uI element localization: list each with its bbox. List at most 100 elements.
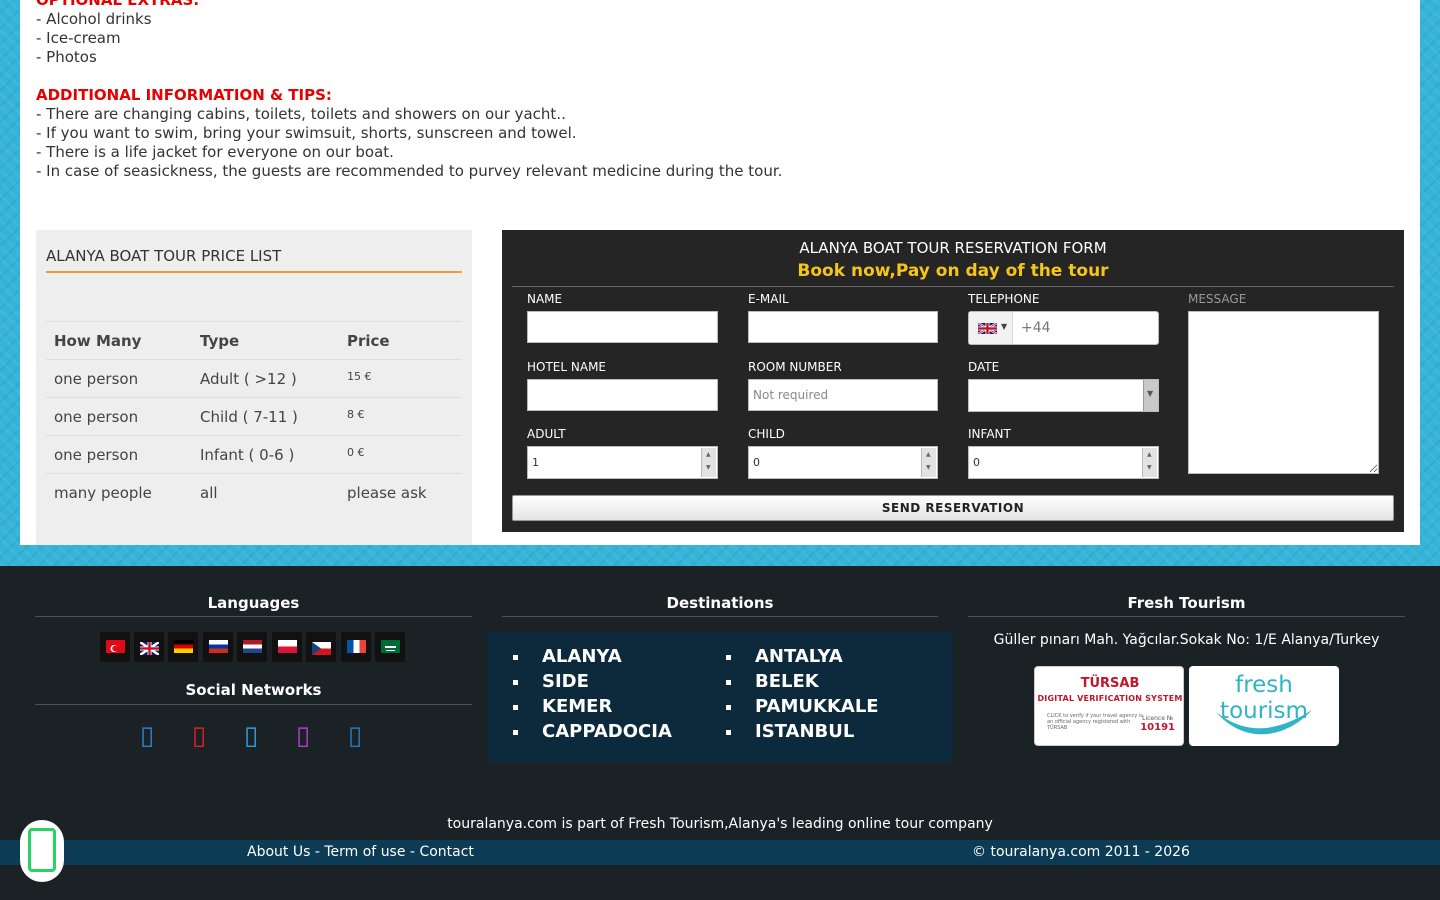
tursab-licence: Licence № 10191: [1140, 715, 1175, 733]
cell-type: Child ( 7-11 ): [192, 397, 339, 436]
chevron-down-icon: ▼: [1147, 389, 1154, 398]
language-flags: [100, 632, 410, 662]
footer-bar: [0, 840, 1440, 865]
whatsapp-button[interactable]: [20, 820, 64, 882]
date-field[interactable]: ▼: [968, 379, 1159, 412]
table-row: many people all please ask: [46, 473, 462, 512]
copyright-text: © touralanya.com 2011 - 2026: [972, 844, 1190, 860]
price-list-title: ALANYA BOAT TOUR PRICE LIST: [46, 247, 462, 273]
tursab-small-text: CLICK to verify if your travel agency is…: [1047, 713, 1143, 731]
cell-price: 15 €: [339, 359, 462, 398]
name-field[interactable]: [527, 311, 718, 343]
footer-tagline: touralanya.com is part of Fresh Tourism,…: [447, 816, 993, 832]
netherlands-flag-icon[interactable]: [237, 632, 267, 662]
about-us-link[interactable]: About Us: [247, 844, 310, 860]
company-title: Fresh Tourism: [1127, 594, 1246, 612]
child-stepper[interactable]: 0 ▲ ▼: [748, 446, 938, 479]
tip-item: - There is a life jacket for everyone on…: [36, 143, 394, 161]
destination-link[interactable]: SIDE: [513, 671, 589, 692]
destination-link[interactable]: ALANYA: [513, 646, 622, 667]
phone-code: +44: [1021, 320, 1051, 336]
languages-title: Languages: [207, 594, 300, 612]
destination-link[interactable]: ISTANBUL: [725, 721, 854, 742]
date-label: DATE: [968, 360, 1000, 374]
message-textarea[interactable]: [1188, 311, 1379, 474]
tursab-title: TÜRSAB: [1080, 676, 1140, 691]
instagram-icon[interactable]: ▯: [291, 720, 315, 752]
footer-links: About Us - Term of use - Contact: [247, 844, 474, 860]
table-row: one person Adult ( >12 ) 15 €: [46, 359, 462, 398]
spinner-buttons[interactable]: ▲ ▼: [701, 448, 716, 477]
down-arrow-icon[interactable]: ▼: [1147, 464, 1152, 471]
term-of-use-link[interactable]: Term of use: [324, 844, 405, 860]
adult-stepper[interactable]: 1 ▲ ▼: [527, 446, 718, 479]
cell-how-many: one person: [46, 435, 192, 474]
youtube-icon[interactable]: ▯: [187, 720, 211, 752]
destination-link[interactable]: CAPPADOCIA: [513, 721, 672, 742]
extra-item: - Alcohol drinks: [36, 10, 152, 28]
infant-label: INFANT: [968, 427, 1011, 441]
email-field[interactable]: [748, 311, 938, 343]
facebook-icon[interactable]: ▯: [135, 720, 159, 752]
infant-stepper[interactable]: 0 ▲ ▼: [968, 446, 1159, 479]
form-subtitle: Book now,Pay on day of the tour: [797, 261, 1109, 281]
licence-number: 10191: [1140, 722, 1175, 733]
date-dropdown-button[interactable]: ▼: [1143, 380, 1158, 411]
hotel-label: HOTEL NAME: [527, 360, 607, 374]
germany-flag-icon[interactable]: [168, 632, 198, 662]
russia-flag-icon[interactable]: [203, 632, 233, 662]
telephone-field[interactable]: ▼ +44: [968, 311, 1159, 345]
licence-label: Licence №: [1142, 715, 1174, 722]
extra-item: - Ice-cream: [36, 29, 121, 47]
up-arrow-icon[interactable]: ▲: [1147, 451, 1152, 458]
destination-link[interactable]: PAMUKKALE: [726, 696, 879, 717]
extra-item: - Photos: [36, 48, 97, 66]
cell-price: please ask: [339, 473, 462, 512]
down-arrow-icon[interactable]: ▼: [926, 464, 931, 471]
spinner-buttons[interactable]: ▲ ▼: [921, 448, 936, 477]
column-header-how-many: How Many: [46, 321, 192, 360]
cell-type: all: [192, 473, 339, 512]
up-arrow-icon[interactable]: ▲: [926, 451, 931, 458]
country-selector[interactable]: ▼: [969, 312, 1013, 344]
tip-item: - There are changing cabins, toilets, to…: [36, 105, 566, 123]
destinations-title: Destinations: [666, 594, 774, 612]
additional-info-heading: ADDITIONAL INFORMATION & TIPS:: [36, 86, 332, 104]
hotel-field[interactable]: [527, 379, 718, 411]
down-arrow-icon[interactable]: ▼: [706, 464, 711, 471]
room-field[interactable]: [748, 379, 938, 411]
column-header-price: Price: [339, 321, 462, 360]
czech-flag-icon[interactable]: [306, 632, 336, 662]
turkey-flag-icon[interactable]: [100, 632, 130, 662]
child-label: CHILD: [748, 427, 785, 441]
fresh-tourism-logo[interactable]: fresh tourism: [1189, 666, 1339, 746]
send-reservation-button[interactable]: SEND RESERVATION: [512, 495, 1394, 521]
column-header-type: Type: [192, 321, 339, 360]
optional-extras-heading: OPTIONAL EXTRAS:: [36, 0, 200, 9]
linkedin-icon[interactable]: ▯: [343, 720, 367, 752]
telephone-label: TELEPHONE: [968, 292, 1040, 306]
spinner-buttons[interactable]: ▲ ▼: [1142, 448, 1157, 477]
whatsapp-icon: [28, 828, 56, 872]
separator: -: [409, 844, 420, 860]
tip-item: - In case of seasickness, the guests are…: [36, 162, 783, 180]
message-label: MESSAGE: [1188, 292, 1247, 306]
form-divider: [512, 286, 1394, 287]
table-row: one person Child ( 7-11 ) 8 €: [46, 397, 462, 436]
poland-flag-icon[interactable]: [272, 632, 302, 662]
up-arrow-icon[interactable]: ▲: [706, 451, 711, 458]
divider: [968, 616, 1405, 617]
saudi-flag-icon[interactable]: [375, 632, 405, 662]
contact-link[interactable]: Contact: [419, 844, 473, 860]
cell-price: 0 €: [339, 435, 462, 474]
destination-link[interactable]: KEMER: [512, 696, 612, 717]
company-address: Güller pınarı Mah. Yağcılar.Sokak No: 1/…: [993, 632, 1380, 648]
destination-link[interactable]: ANTALYA: [726, 646, 843, 667]
twitter-icon[interactable]: ▯: [239, 720, 263, 752]
cell-type: Infant ( 0-6 ): [192, 435, 339, 474]
france-flag-icon[interactable]: [341, 632, 371, 662]
tursab-verification-badge[interactable]: TÜRSAB DIGITAL VERIFICATION SYSTEM CLICK…: [1034, 666, 1184, 746]
uk-flag-icon[interactable]: [134, 632, 164, 662]
price-table: How Many Type Price one person Adult ( >…: [46, 321, 462, 512]
destination-link[interactable]: BELEK: [726, 671, 819, 692]
